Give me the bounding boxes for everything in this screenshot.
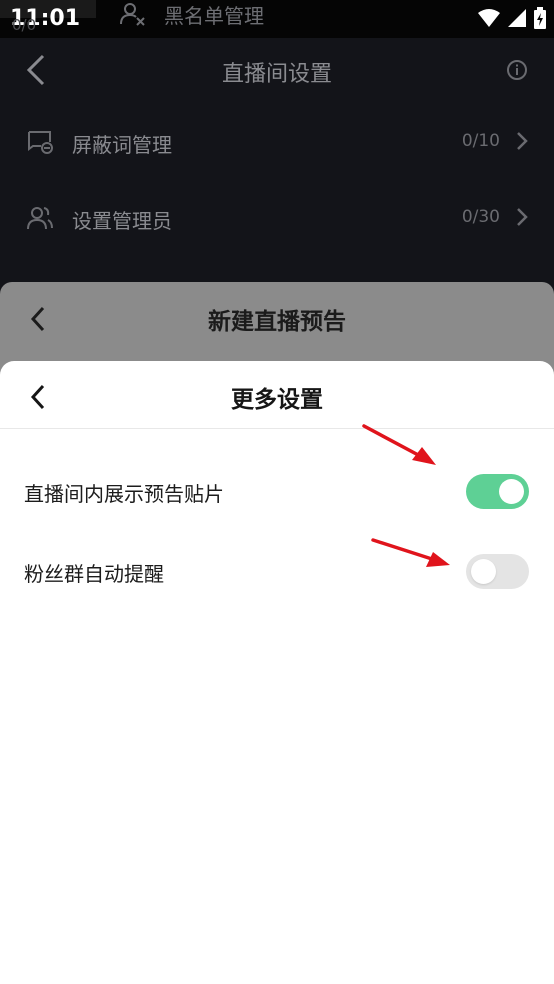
user-remove-icon: [120, 3, 145, 26]
row-label: 屏蔽词管理: [72, 133, 172, 157]
row-label: 设置管理员: [72, 209, 172, 233]
battery-icon: [534, 7, 546, 29]
toggle-knob: [499, 479, 524, 504]
signal-icon: [508, 9, 526, 27]
fan-group-reminder-toggle[interactable]: [466, 554, 529, 589]
status-icons: [478, 7, 546, 29]
chevron-right-icon: [517, 132, 528, 150]
setting-label: 粉丝群自动提醒: [24, 562, 164, 586]
more-settings-header: 更多设置: [0, 361, 554, 429]
background-header: 直播间设置: [0, 38, 554, 104]
show-preview-sticker-toggle[interactable]: [466, 474, 529, 509]
chevron-right-icon: [517, 208, 528, 226]
row-count: 0/30: [461, 207, 500, 227]
info-icon[interactable]: [506, 59, 528, 81]
row-count: 0/10: [461, 131, 500, 151]
wifi-icon: [478, 9, 500, 27]
setting-show-preview-sticker: 直播间内展示预告贴片: [0, 458, 554, 528]
setting-row-blocked-words[interactable]: 屏蔽词管理 0/10: [0, 104, 554, 180]
message-block-icon: [28, 131, 53, 154]
ghost-title: 黑名单管理: [164, 3, 264, 28]
annotation-arrow-icon: [362, 424, 436, 465]
users-icon: [27, 207, 53, 230]
middle-sheet-title: 新建直播预告: [208, 309, 346, 335]
more-settings-sheet: 更多设置 直播间内展示预告贴片 粉丝群自动提醒: [0, 361, 554, 984]
background-page-title: 直播间设置: [221, 62, 332, 87]
status-bar: 11:01: [0, 0, 554, 38]
setting-label: 直播间内展示预告贴片: [24, 482, 224, 506]
setting-fan-group-reminder: 粉丝群自动提醒: [0, 538, 554, 608]
annotation-arrow-icon: [371, 538, 450, 567]
toggle-knob: [471, 559, 496, 584]
ghost-count: 0/0: [12, 16, 37, 34]
ghost-header: 黑名单管理: [120, 0, 264, 28]
more-settings-title: 更多设置: [231, 387, 323, 413]
setting-row-admins[interactable]: 设置管理员 0/30: [0, 180, 554, 256]
